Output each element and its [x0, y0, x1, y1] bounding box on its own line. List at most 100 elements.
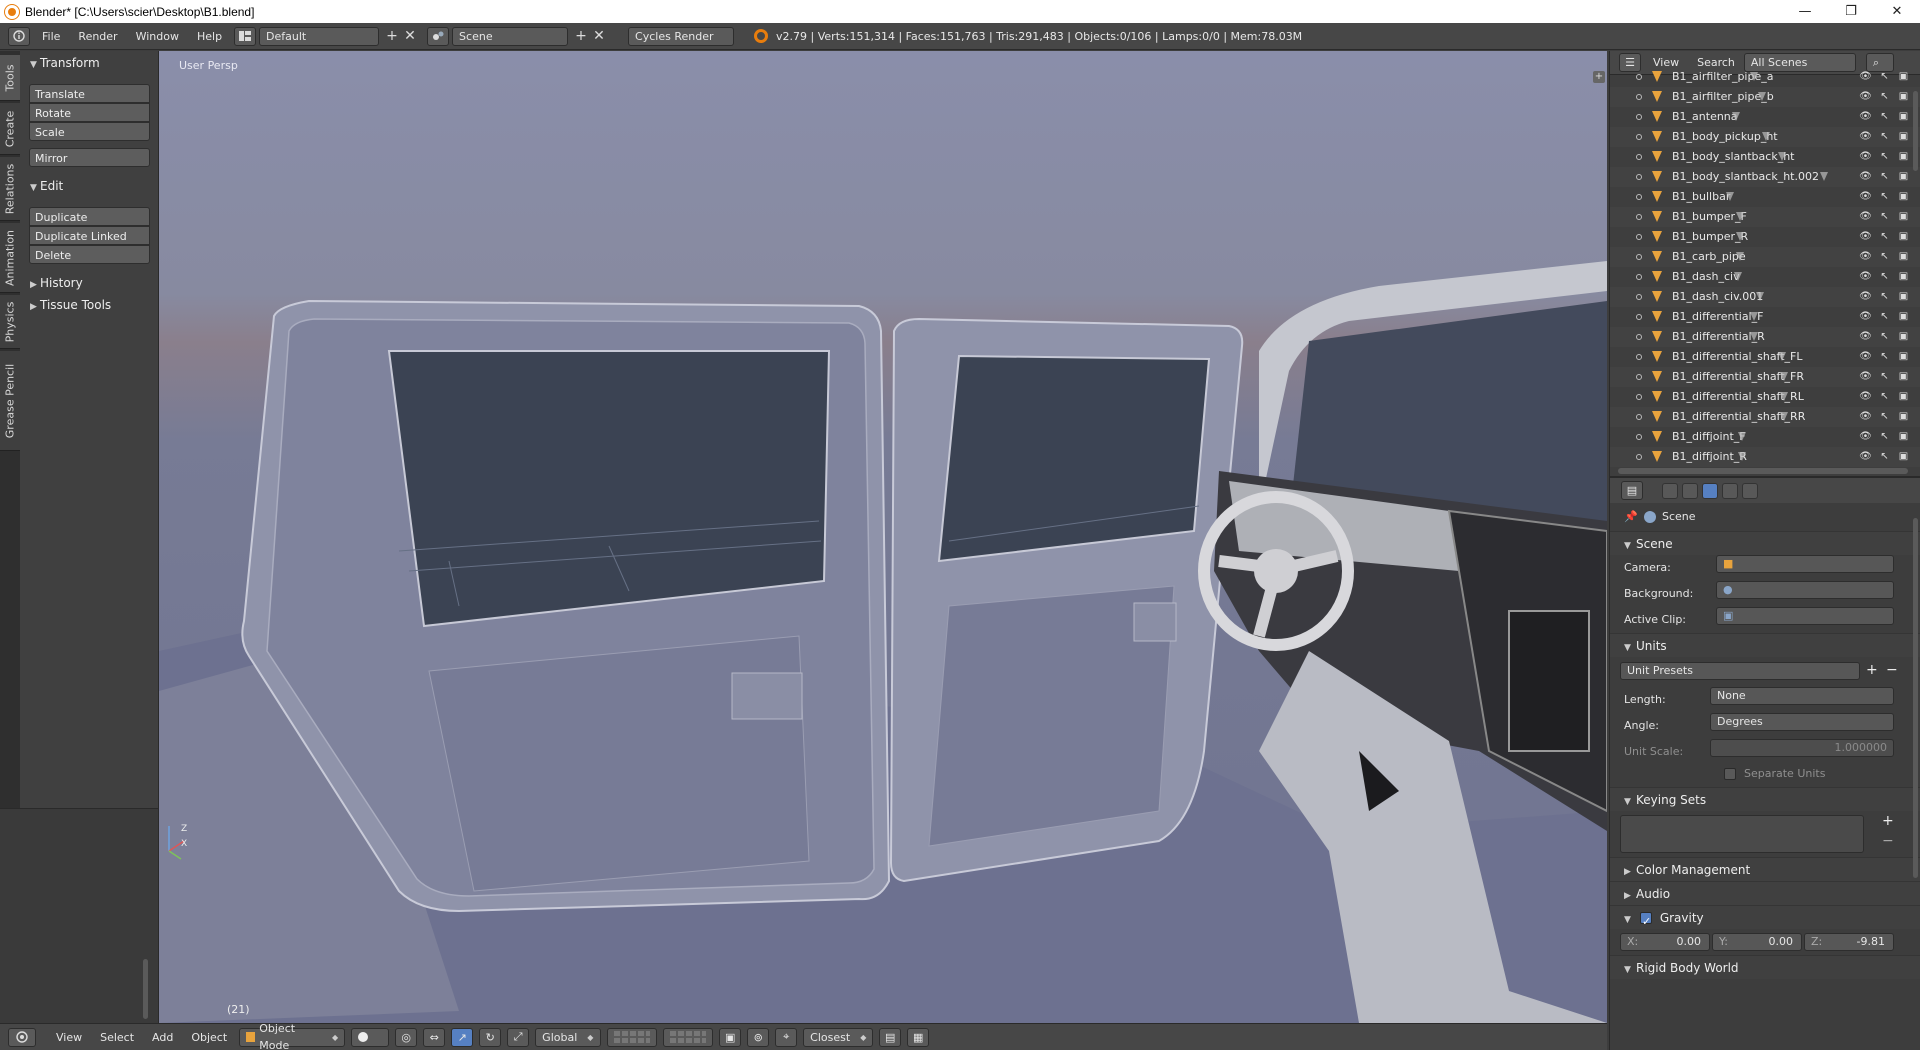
expand-dot-icon[interactable]: [1636, 334, 1642, 340]
expand-dot-icon[interactable]: [1636, 414, 1642, 420]
remove-screen-button[interactable]: ✕: [401, 28, 419, 44]
outliner-item[interactable]: B1_carb_pipe 👁 ↖ ▣: [1610, 247, 1920, 267]
visibility-eye-icon[interactable]: 👁: [1859, 187, 1872, 207]
selectability-cursor-icon[interactable]: ↖: [1878, 227, 1891, 247]
expand-dot-icon[interactable]: [1636, 234, 1642, 240]
edit-panel-header[interactable]: ▼ Edit: [20, 175, 158, 197]
gravity-checkbox[interactable]: [1640, 910, 1652, 934]
outliner-item[interactable]: B1_bullbar 👁 ↖ ▣: [1610, 187, 1920, 207]
renderability-camera-icon[interactable]: ▣: [1897, 87, 1910, 107]
world-tab-icon[interactable]: [1722, 482, 1738, 499]
visibility-eye-icon[interactable]: 👁: [1859, 247, 1872, 267]
selectability-cursor-icon[interactable]: ↖: [1878, 447, 1891, 467]
maximize-button[interactable]: ❐: [1828, 0, 1874, 23]
expand-dot-icon[interactable]: [1636, 254, 1642, 260]
expand-dot-icon[interactable]: [1636, 154, 1642, 160]
scrollbar[interactable]: [143, 959, 148, 1019]
renderability-camera-icon[interactable]: ▣: [1897, 367, 1910, 387]
texture-tab-icon[interactable]: [1742, 482, 1758, 499]
background-field[interactable]: ●: [1716, 581, 1894, 599]
editor-type-icon[interactable]: [8, 1027, 36, 1047]
selectability-cursor-icon[interactable]: ↖: [1878, 267, 1891, 287]
remove-preset-button[interactable]: −: [1886, 662, 1898, 678]
expand-dot-icon[interactable]: [1636, 314, 1642, 320]
mesh-data-icon[interactable]: [1732, 112, 1740, 121]
selectability-cursor-icon[interactable]: ↖: [1878, 387, 1891, 407]
renderability-camera-icon[interactable]: ▣: [1897, 347, 1910, 367]
visibility-eye-icon[interactable]: 👁: [1859, 127, 1872, 147]
unit-presets-dropdown[interactable]: Unit Presets: [1620, 662, 1860, 680]
layers-grid-1[interactable]: [607, 1027, 658, 1047]
expand-dot-icon[interactable]: [1636, 114, 1642, 120]
expand-dot-icon[interactable]: [1636, 394, 1642, 400]
selectability-cursor-icon[interactable]: ↖: [1878, 167, 1891, 187]
info-editor-icon[interactable]: [8, 26, 30, 46]
mesh-data-icon[interactable]: [1734, 272, 1742, 281]
3d-viewport[interactable]: Z X User Persp (21) +: [159, 51, 1607, 1023]
tissue-tools-panel-header[interactable]: ▶ Tissue Tools: [20, 294, 158, 316]
outliner-item[interactable]: B1_bumper_F 👁 ↖ ▣: [1610, 207, 1920, 227]
renderability-camera-icon[interactable]: ▣: [1897, 127, 1910, 147]
keying-sets-section-header[interactable]: ▼ Keying Sets: [1610, 787, 1920, 811]
active-clip-field[interactable]: ▣: [1716, 607, 1894, 625]
mesh-data-icon[interactable]: [1736, 232, 1744, 241]
mesh-data-icon[interactable]: [1738, 452, 1746, 461]
outliner-item[interactable]: B1_differential_shaft_RL 👁 ↖ ▣: [1610, 387, 1920, 407]
gravity-x-field[interactable]: X: 0.00: [1620, 933, 1710, 951]
outliner-item[interactable]: B1_body_slantback_ht 👁 ↖ ▣: [1610, 147, 1920, 167]
outliner-item[interactable]: B1_dash_civ.001 👁 ↖ ▣: [1610, 287, 1920, 307]
snap-icon[interactable]: ⌖: [775, 1027, 798, 1047]
transform-panel-header[interactable]: ▼ Transform: [20, 52, 158, 74]
tab-tools[interactable]: Tools: [0, 55, 20, 101]
screen-layout-icon[interactable]: [234, 26, 257, 46]
layers-grid-2[interactable]: [663, 1027, 714, 1047]
outliner-hscrollbar[interactable]: [1618, 468, 1908, 474]
properties-editor-icon[interactable]: ▤: [1621, 481, 1643, 500]
mesh-data-icon[interactable]: [1780, 372, 1788, 381]
renderability-camera-icon[interactable]: ▣: [1897, 107, 1910, 127]
tab-animation[interactable]: Animation: [0, 223, 20, 293]
camera-field[interactable]: ■: [1716, 555, 1894, 573]
mesh-data-icon[interactable]: [1750, 332, 1758, 341]
visibility-eye-icon[interactable]: 👁: [1859, 207, 1872, 227]
mesh-data-icon[interactable]: [1762, 132, 1770, 141]
proportional-edit-icon[interactable]: ⊚: [747, 1027, 770, 1047]
renderability-camera-icon[interactable]: ▣: [1897, 67, 1910, 87]
render-engine-dropdown[interactable]: Cycles Render: [628, 26, 735, 46]
selectability-cursor-icon[interactable]: ↖: [1878, 187, 1891, 207]
expand-dot-icon[interactable]: [1636, 174, 1642, 180]
renderability-camera-icon[interactable]: ▣: [1897, 287, 1910, 307]
outliner-item[interactable]: B1_differential_F 👁 ↖ ▣: [1610, 307, 1920, 327]
renderability-camera-icon[interactable]: ▣: [1897, 407, 1910, 427]
renderability-camera-icon[interactable]: ▣: [1897, 327, 1910, 347]
scene-field[interactable]: Scene: [452, 26, 569, 46]
remove-scene-button[interactable]: ✕: [590, 28, 608, 44]
renderability-camera-icon[interactable]: ▣: [1897, 307, 1910, 327]
gravity-section-header[interactable]: ▼ Gravity: [1610, 905, 1920, 934]
outliner-item[interactable]: B1_differential_shaft_RR 👁 ↖ ▣: [1610, 407, 1920, 427]
visibility-eye-icon[interactable]: 👁: [1859, 367, 1872, 387]
tab-grease-pencil[interactable]: Grease Pencil: [0, 351, 20, 451]
selectability-cursor-icon[interactable]: ↖: [1878, 147, 1891, 167]
mesh-data-icon[interactable]: [1780, 392, 1788, 401]
expand-dot-icon[interactable]: [1636, 374, 1642, 380]
selectability-cursor-icon[interactable]: ↖: [1878, 287, 1891, 307]
visibility-eye-icon[interactable]: 👁: [1859, 387, 1872, 407]
orientation-dropdown[interactable]: Global ◆: [535, 1027, 602, 1047]
outliner-item[interactable]: B1_dash_civ 👁 ↖ ▣: [1610, 267, 1920, 287]
audio-section-header[interactable]: ▶ Audio: [1610, 881, 1920, 905]
selectability-cursor-icon[interactable]: ↖: [1878, 67, 1891, 87]
expand-dot-icon[interactable]: [1636, 454, 1642, 460]
visibility-eye-icon[interactable]: 👁: [1859, 327, 1872, 347]
renderability-camera-icon[interactable]: ▣: [1897, 187, 1910, 207]
menu-add[interactable]: Add: [143, 1024, 182, 1050]
menu-window[interactable]: Window: [127, 23, 188, 50]
properties-scrollbar[interactable]: [1913, 518, 1918, 878]
expand-dot-icon[interactable]: [1636, 94, 1642, 100]
visibility-eye-icon[interactable]: 👁: [1859, 447, 1872, 467]
mesh-data-icon[interactable]: [1738, 432, 1746, 441]
outliner-item[interactable]: B1_body_slantback_ht.002 👁 ↖ ▣: [1610, 167, 1920, 187]
mesh-data-icon[interactable]: [1778, 152, 1786, 161]
renderability-camera-icon[interactable]: ▣: [1897, 247, 1910, 267]
menu-file[interactable]: File: [33, 23, 69, 50]
